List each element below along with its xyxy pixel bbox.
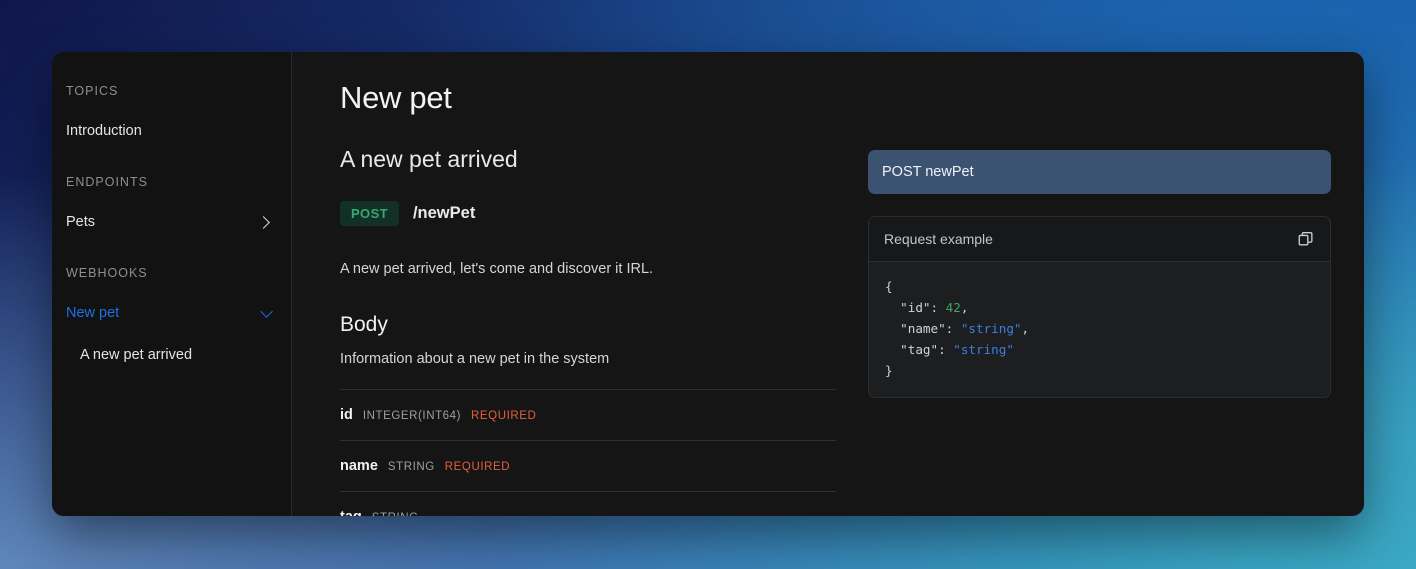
- sidebar-section-label-endpoints: ENDPOINTS: [66, 175, 148, 189]
- sidebar-item-introduction[interactable]: Introduction: [52, 115, 291, 147]
- request-example-code: { "id": 42, "name": "string", "tag": "st…: [885, 279, 1030, 378]
- main-content: New pet A new pet arrived POST /newPet A…: [292, 52, 1364, 516]
- request-example-card: Request example { "id": 42, "name": "str…: [868, 216, 1331, 398]
- app-window: TOPICS Introduction ENDPOINTS Pets WEBHO…: [52, 52, 1364, 516]
- sidebar: TOPICS Introduction ENDPOINTS Pets WEBHO…: [52, 52, 292, 516]
- sidebar-item-a-new-pet-arrived[interactable]: A new pet arrived: [52, 339, 291, 371]
- param-name: name: [340, 458, 378, 474]
- copy-icon[interactable]: [1297, 230, 1315, 248]
- request-example-title: Request example: [884, 231, 993, 247]
- sidebar-item-label: New pet: [66, 305, 120, 321]
- param-type: STRING: [372, 512, 419, 516]
- request-example-header: Request example: [869, 217, 1330, 262]
- param-name: tag: [340, 509, 362, 516]
- operation-description: A new pet arrived, let's come and discov…: [340, 261, 654, 277]
- sidebar-item-label: Introduction: [66, 123, 142, 139]
- body-parameter-list: id INTEGER(INT64) REQUIRED name STRING R…: [340, 390, 836, 516]
- sidebar-section-endpoints: ENDPOINTS Pets: [52, 175, 291, 238]
- sidebar-item-pets[interactable]: Pets: [52, 206, 291, 238]
- param-required-badge: REQUIRED: [444, 461, 511, 473]
- param-name: id: [340, 407, 353, 423]
- body-section-description: Information about a new pet in the syste…: [340, 351, 836, 390]
- page-title: New pet: [340, 80, 452, 115]
- endpoint-path: /newPet: [412, 204, 476, 222]
- sidebar-section-topics: TOPICS Introduction: [52, 84, 291, 147]
- endpoint-banner[interactable]: POST newPet: [868, 150, 1331, 194]
- sidebar-item-new-pet[interactable]: New pet: [52, 297, 291, 329]
- sidebar-section-label-topics: TOPICS: [66, 84, 119, 98]
- sidebar-section-label-webhooks: WEBHOOKS: [66, 266, 148, 280]
- chevron-right-icon[interactable]: [257, 215, 270, 229]
- http-method-badge: POST: [340, 201, 399, 226]
- reference-column: POST newPet Request example { "id": 42, …: [868, 72, 1331, 516]
- table-row: tag STRING: [340, 492, 836, 516]
- param-required-badge: REQUIRED: [471, 410, 537, 422]
- table-row: name STRING REQUIRED: [340, 441, 836, 492]
- body-section-title: Body: [340, 313, 388, 336]
- chevron-down-icon[interactable]: [260, 304, 273, 318]
- operation-title: A new pet arrived: [340, 146, 518, 172]
- sidebar-section-webhooks: WEBHOOKS New pet A new pet arrived: [52, 266, 291, 371]
- sidebar-item-label: Pets: [66, 214, 96, 230]
- param-type: INTEGER(INT64): [362, 410, 462, 422]
- param-type: STRING: [387, 461, 435, 473]
- table-row: id INTEGER(INT64) REQUIRED: [340, 390, 836, 441]
- method-row: POST /newPet: [340, 201, 836, 226]
- sidebar-item-label: A new pet arrived: [80, 347, 193, 363]
- documentation-column: New pet A new pet arrived POST /newPet A…: [340, 72, 836, 516]
